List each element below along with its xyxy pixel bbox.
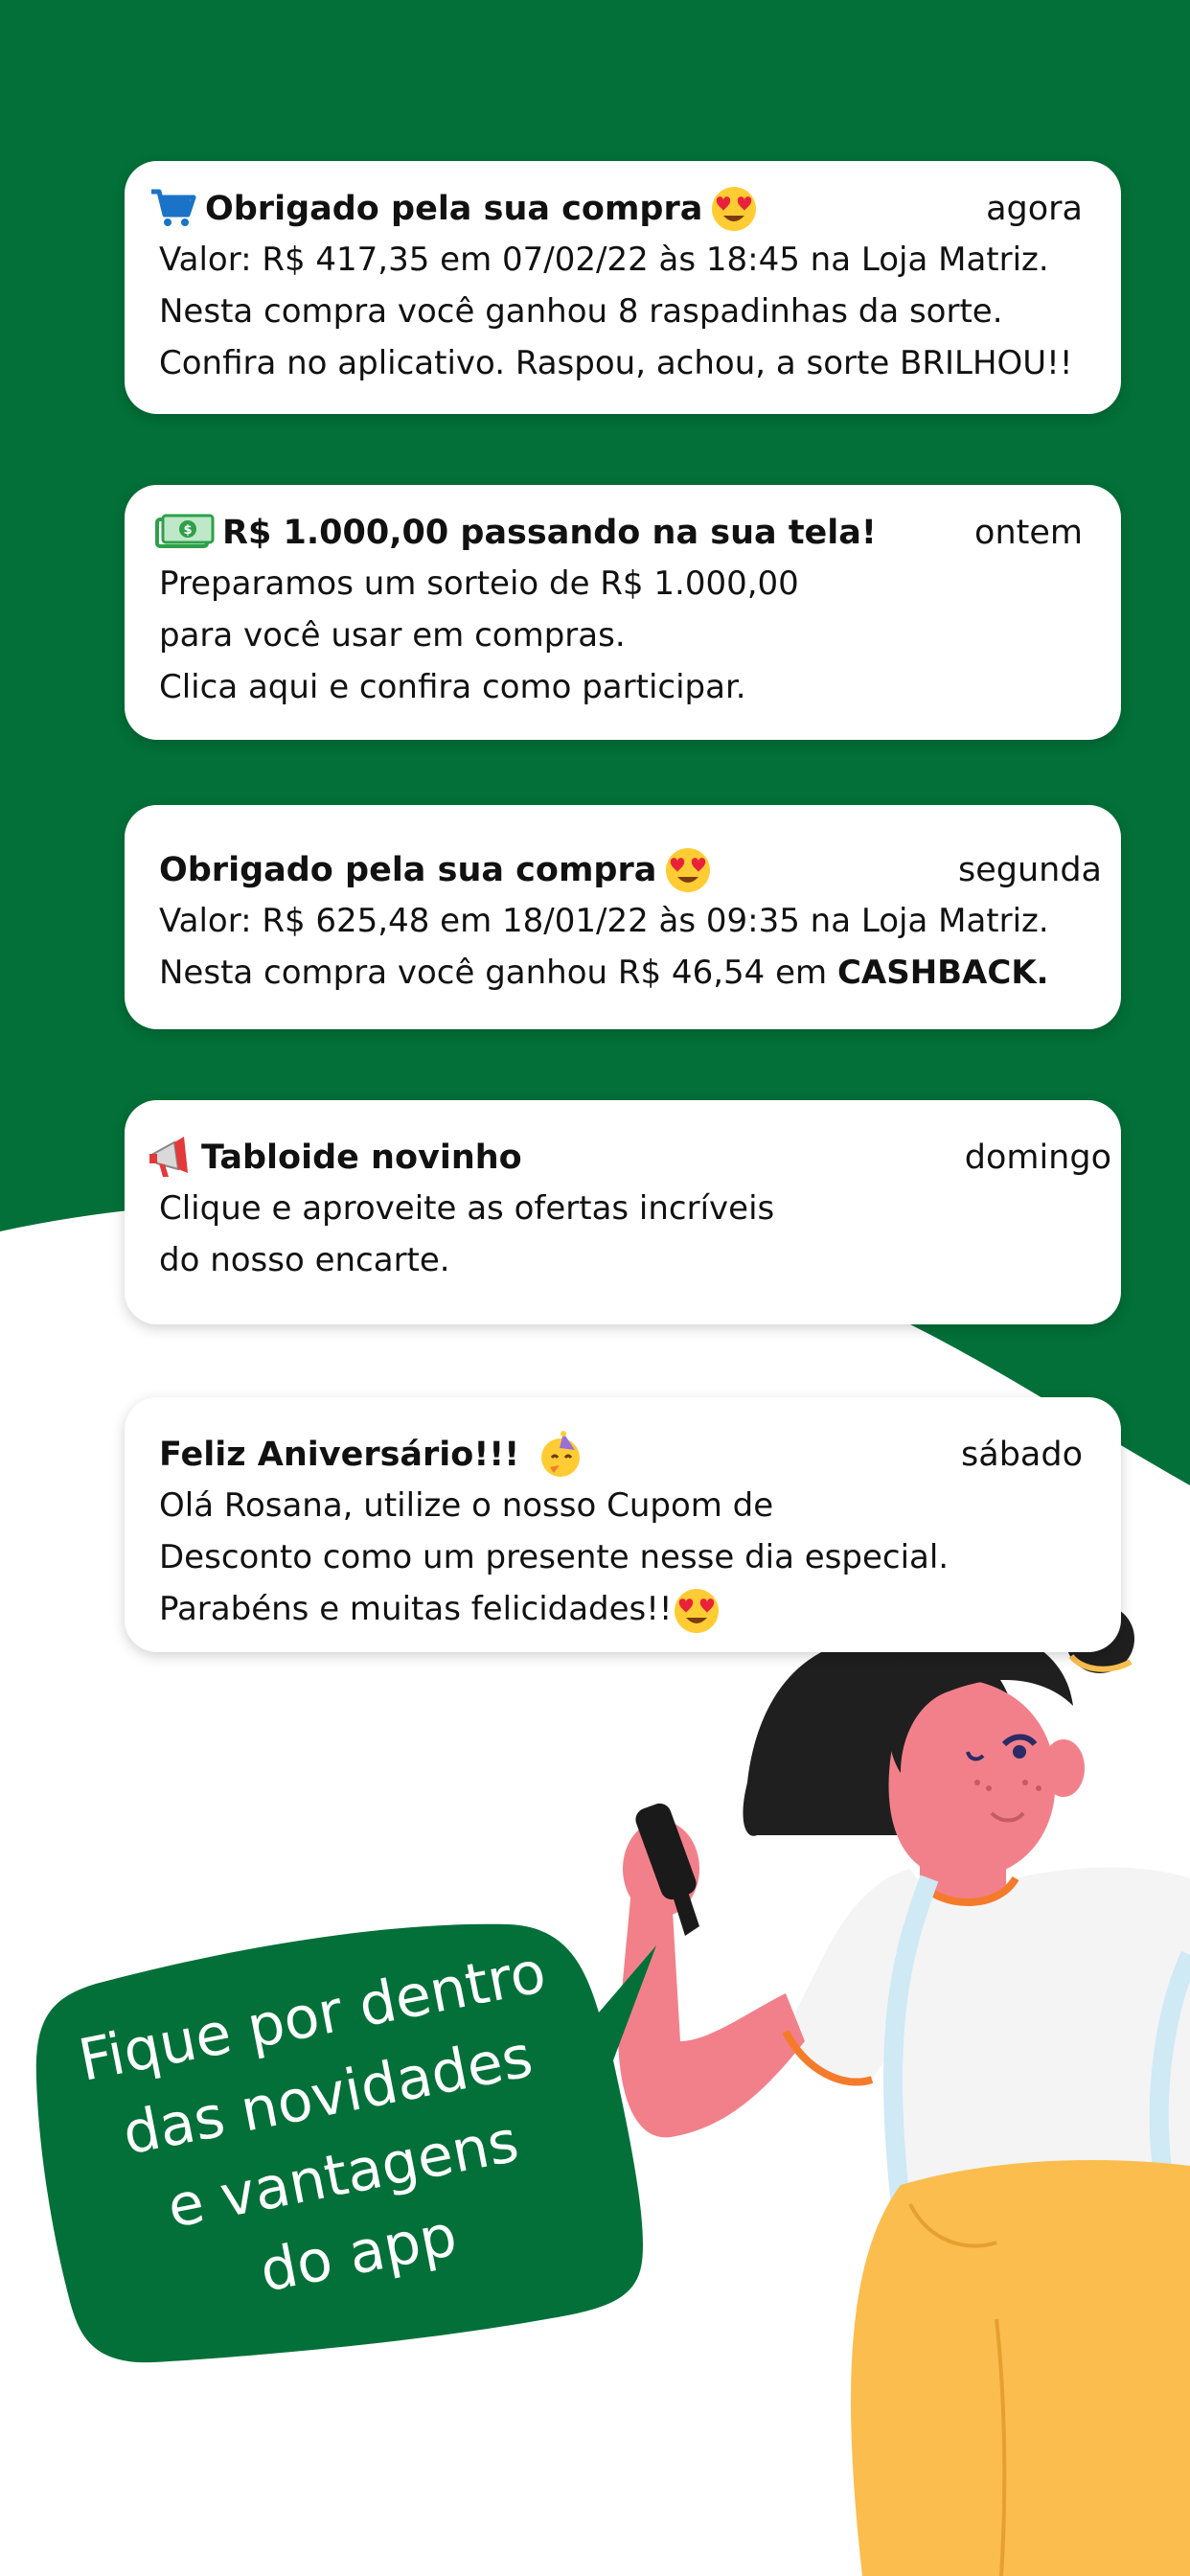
notification-line: Parabéns e muitas felicidades!! [159, 1583, 1087, 1635]
notification-title-text: R$ 1.000,00 passando na sua tela! [222, 514, 877, 552]
heart-eyes-emoji [664, 846, 712, 894]
notification-time: sábado [961, 1436, 1083, 1474]
shopping-cart-icon [149, 186, 197, 232]
money-bill-icon: $ [153, 510, 215, 556]
notification-title-text: Feliz Aniversário!!! [159, 1436, 520, 1474]
notification-title: $ R$ 1.000,00 passando na sua tela! [153, 508, 1087, 558]
notification-title-text: Tabloide novinho [201, 1138, 522, 1177]
woman-illustration [618, 1604, 1190, 2576]
notification-title-text: Obrigado pela sua compra [205, 190, 703, 228]
notification-title: Feliz Aniversário!!! [159, 1430, 1087, 1480]
notification-line-text: Nesta compra você ganhou R$ 46,54 em [159, 954, 837, 992]
svg-text:$: $ [183, 523, 192, 538]
notification-line: para você usar em compras. [159, 616, 626, 655]
notification-title: Tabloide novinho [146, 1133, 1087, 1183]
notification-card[interactable]: Tabloide novinho domingo Clique e aprove… [125, 1100, 1121, 1324]
party-face-emoji [537, 1431, 584, 1479]
notification-title: Obrigado pela sua compra [149, 184, 1087, 234]
notification-line: Clique e aproveite as ofertas incríveis [159, 1189, 775, 1228]
notification-line: Nesta compra você ganhou R$ 46,54 em CAS… [159, 947, 1087, 999]
notification-line: Preparamos um sorteio de R$ 1.000,00 [159, 564, 799, 603]
notification-line: do nosso encarte. [159, 1241, 450, 1279]
notification-title-text: Obrigado pela sua compra [159, 851, 657, 889]
heart-eyes-emoji [673, 1587, 721, 1635]
notification-card[interactable]: Feliz Aniversário!!! sábado Olá Rosana, … [125, 1397, 1121, 1652]
notification-line: Valor: R$ 625,48 em 18/01/22 às 09:35 na… [159, 902, 1049, 940]
notification-time: ontem [974, 514, 1083, 552]
notification-time: agora [986, 190, 1083, 228]
notification-line-text: Parabéns e muitas felicidades!! [159, 1590, 673, 1628]
notification-line: Clica aqui e confira como participar. [159, 668, 746, 706]
notification-line: Valor: R$ 417,35 em 07/02/22 às 18:45 na… [159, 241, 1049, 279]
notification-card[interactable]: Obrigado pela sua compra segunda Valor: … [125, 805, 1121, 1029]
notification-line: Confira no aplicativo. Raspou, achou, a … [159, 344, 1073, 382]
notification-title: Obrigado pela sua compra [159, 845, 1087, 895]
megaphone-icon [146, 1135, 194, 1181]
notification-line: Desconto como um presente nesse dia espe… [159, 1538, 950, 1576]
notification-card[interactable]: Obrigado pela sua compra agora Valor: R$… [125, 161, 1121, 414]
cashback-label: CASHBACK. [836, 954, 1049, 992]
notification-line: Nesta compra você ganhou 8 raspadinhas d… [159, 292, 1003, 331]
heart-eyes-emoji [710, 185, 758, 233]
notification-line: Olá Rosana, utilize o nosso Cupom de [159, 1486, 774, 1525]
notification-card[interactable]: $ R$ 1.000,00 passando na sua tela! onte… [125, 485, 1121, 740]
notification-time: segunda [957, 851, 1102, 889]
notification-time: domingo [964, 1138, 1111, 1177]
